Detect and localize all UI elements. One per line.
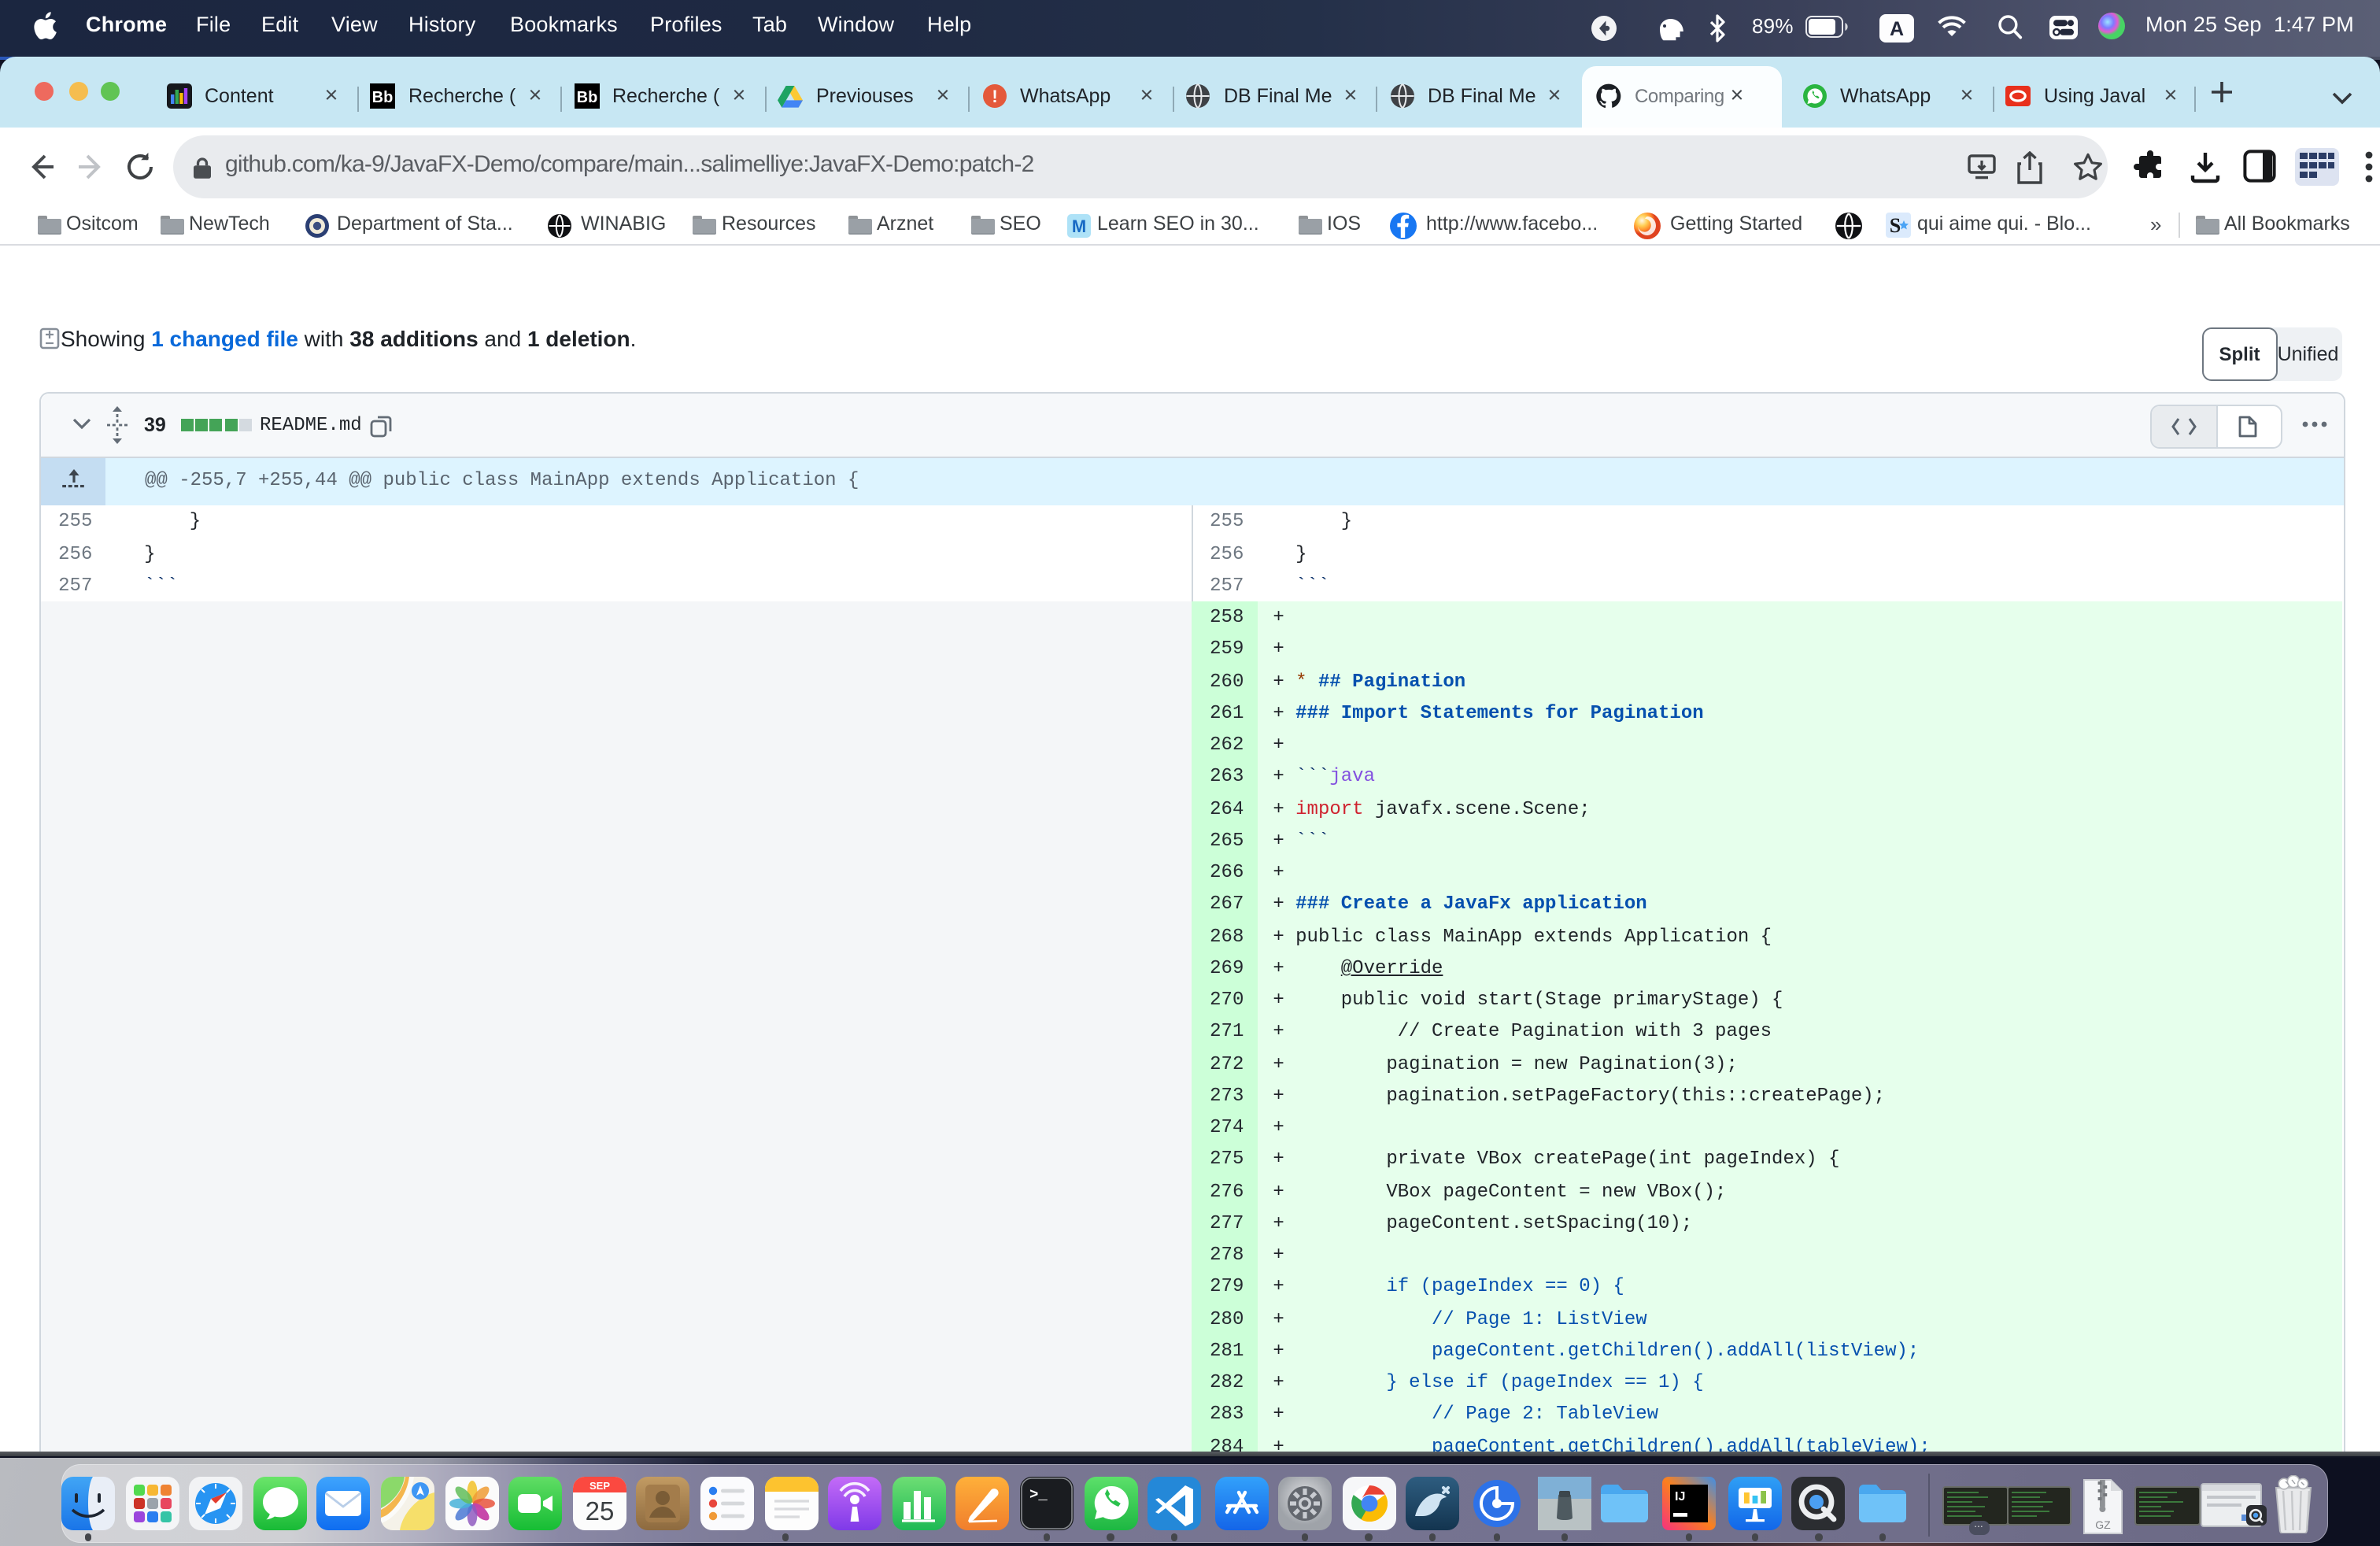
svg-text:Bb: Bb xyxy=(372,88,394,105)
svg-text:SEP: SEP xyxy=(589,1480,610,1492)
svg-text:IJ: IJ xyxy=(1674,1490,1684,1503)
svg-text:A: A xyxy=(1890,17,1904,39)
svg-text:M: M xyxy=(1072,216,1086,235)
svg-text:25: 25 xyxy=(585,1496,614,1526)
svg-text:>_: >_ xyxy=(1029,1486,1048,1503)
svg-text:S: S xyxy=(1889,213,1900,236)
svg-text:Bb: Bb xyxy=(576,88,597,105)
svg-text:GZ: GZ xyxy=(2095,1518,2111,1531)
svg-text:!: ! xyxy=(991,86,996,105)
